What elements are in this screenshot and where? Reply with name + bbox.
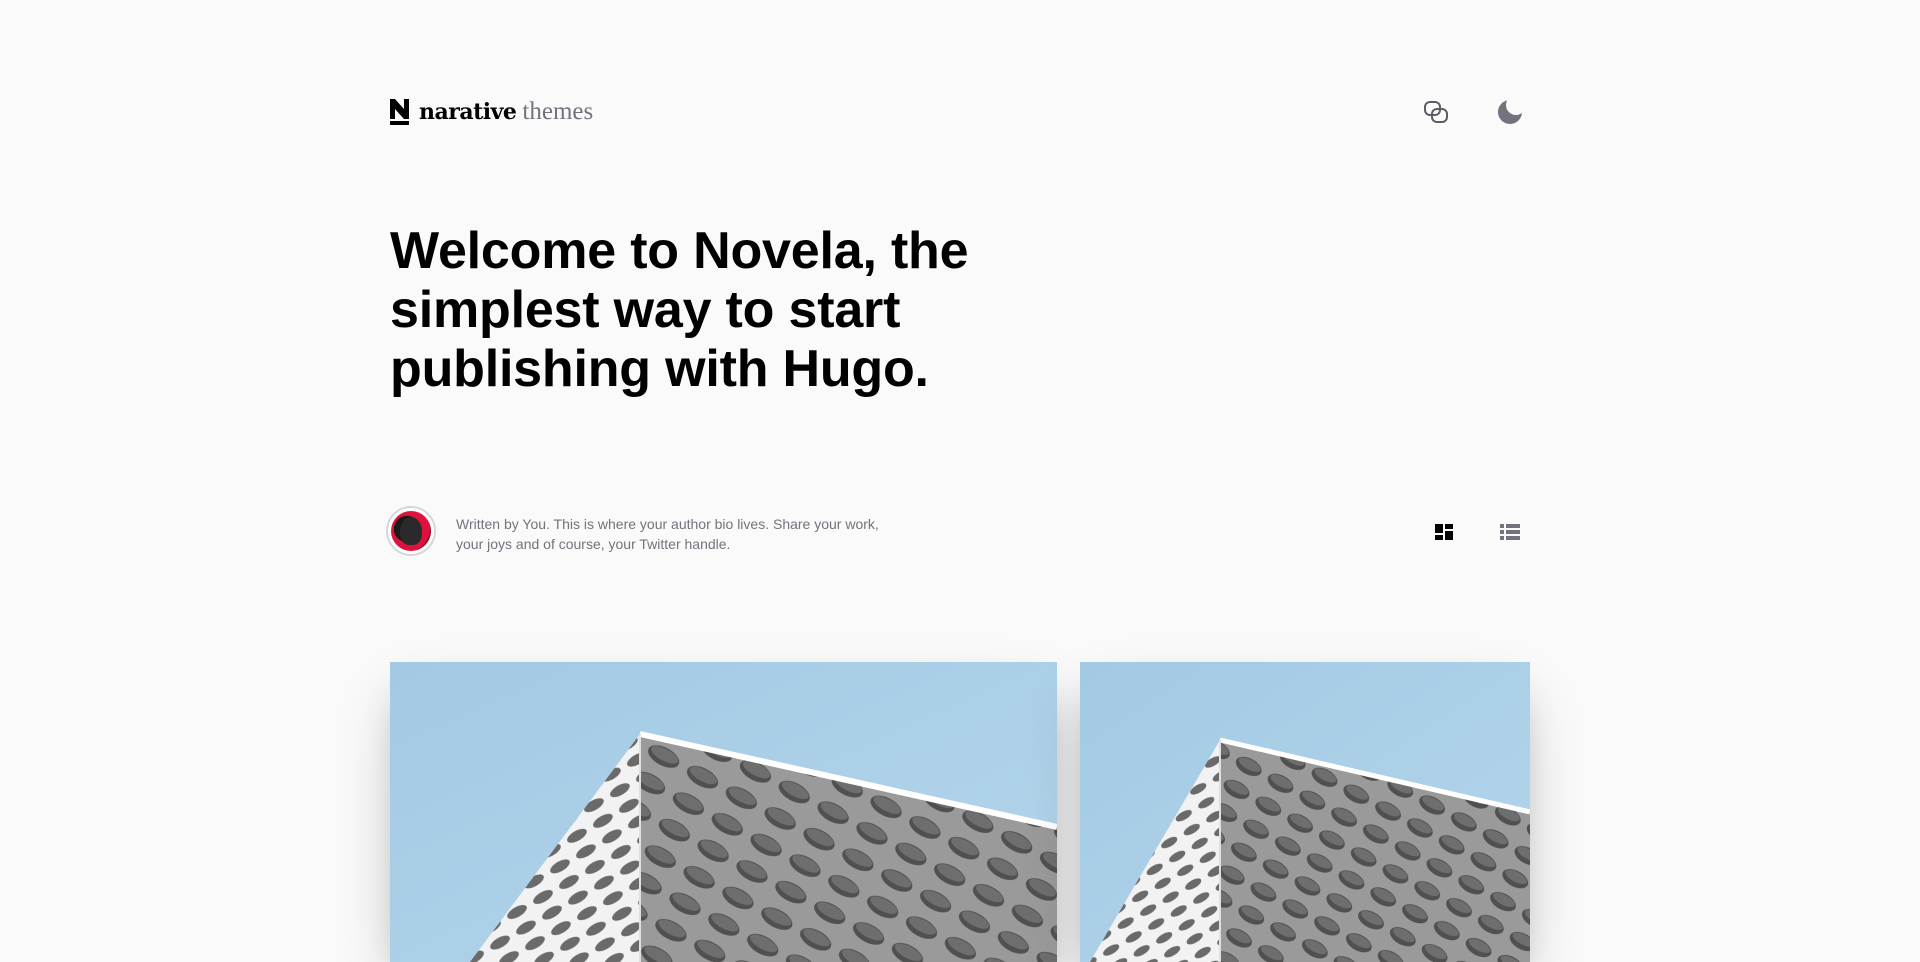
grid-layout-icon xyxy=(1435,524,1453,540)
avatar-image xyxy=(391,511,431,551)
hero-heading: Welcome to Novela, the simplest way to s… xyxy=(390,222,969,398)
building-facade-image xyxy=(1080,662,1530,962)
copy-link-icon xyxy=(1424,101,1448,123)
moon-icon xyxy=(1498,99,1523,124)
copy-link-button[interactable] xyxy=(1416,92,1456,132)
dark-mode-toggle[interactable] xyxy=(1490,92,1530,132)
grid-layout-button[interactable] xyxy=(1424,512,1464,552)
site-logo[interactable]: narative themes xyxy=(390,96,593,128)
narative-logo-icon xyxy=(390,99,409,125)
logo-word-narative: narative xyxy=(419,99,517,125)
logo-word-themes: themes xyxy=(522,98,594,125)
rows-layout-button[interactable] xyxy=(1490,512,1530,552)
article-card[interactable] xyxy=(390,662,1057,962)
author-bio: Written by You. This is where your autho… xyxy=(456,516,879,552)
rows-layout-icon xyxy=(1500,524,1520,540)
article-card[interactable] xyxy=(1080,662,1530,962)
layout-toggles xyxy=(1424,512,1530,552)
author-row: Written by You. This is where your autho… xyxy=(386,506,1530,558)
header-actions xyxy=(1416,96,1530,128)
author-avatar[interactable] xyxy=(386,506,436,556)
building-facade-image xyxy=(390,662,1057,962)
site-header: narative themes xyxy=(390,96,1530,128)
